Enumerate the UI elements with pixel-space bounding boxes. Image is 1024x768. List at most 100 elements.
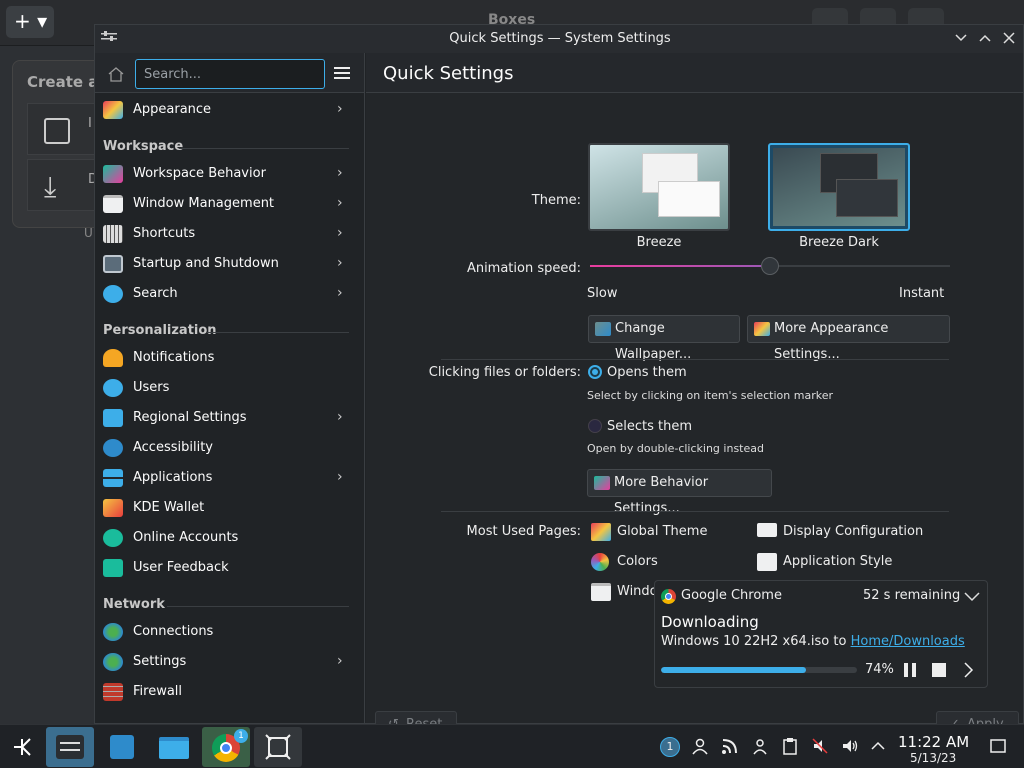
taskbar-google-chrome[interactable]: 1	[202, 727, 250, 767]
main-header: Quick Settings	[366, 53, 1023, 93]
opens-them-radio[interactable]	[588, 365, 602, 379]
sidebar-item-search[interactable]: Search ›	[95, 279, 363, 309]
volume-icon[interactable]	[840, 737, 860, 757]
stop-icon[interactable]	[930, 661, 948, 679]
most-used-label: Global Theme	[617, 524, 708, 539]
button-label: More Appearance Settings...	[774, 321, 889, 362]
sidebar-item-notifications[interactable]: Notifications	[95, 343, 363, 373]
feedback-icon	[103, 559, 123, 577]
slider-handle[interactable]	[761, 257, 779, 275]
sidebar-item-label: KDE Wallet	[133, 500, 205, 515]
sidebar-item-label: Accessibility	[133, 440, 213, 455]
sidebar-item-users[interactable]: Users	[95, 373, 363, 403]
pause-icon[interactable]	[901, 661, 919, 679]
most-used-global-theme[interactable]: Global Theme	[591, 521, 751, 543]
sidebar-item-label: Settings	[133, 654, 187, 669]
most-used-label: Display Configuration	[783, 524, 924, 539]
firewall-icon	[103, 683, 123, 701]
home-icon[interactable]	[107, 65, 125, 83]
settings-app-icon	[56, 735, 84, 759]
sidebar-item-accessibility[interactable]: Accessibility	[95, 433, 363, 463]
sidebar-item-startup-shutdown[interactable]: Startup and Shutdown ›	[95, 249, 363, 279]
sidebar-item-shortcuts[interactable]: Shortcuts ›	[95, 219, 363, 249]
sidebar-item-online-accounts[interactable]: Online Accounts	[95, 523, 363, 553]
sidebar-item-kde-wallet[interactable]: KDE Wallet	[95, 493, 363, 523]
chevron-up-icon	[979, 34, 991, 42]
close-button[interactable]	[1001, 30, 1017, 46]
background-card-title: Create a	[27, 73, 99, 91]
clock-date[interactable]: 5/13/23	[910, 751, 956, 765]
button-label: Change Wallpaper...	[615, 321, 692, 362]
chevron-right-icon: ›	[337, 101, 343, 117]
clicking-files-label: Clicking files or folders:	[428, 365, 581, 380]
sidebar-item-user-feedback[interactable]: User Feedback	[95, 553, 363, 583]
breeze-dark-preview-window	[836, 179, 898, 217]
more-behavior-settings-button[interactable]: More Behavior Settings...	[587, 469, 772, 516]
globe-icon	[103, 653, 123, 671]
most-used-display-configuration[interactable]: Display Configuration	[757, 521, 947, 543]
sidebar-item-regional-settings[interactable]: Regional Settings ›	[95, 403, 363, 433]
most-used-colors[interactable]: Colors	[591, 551, 751, 573]
sidebar-item-appearance[interactable]: Appearance ›	[95, 95, 363, 125]
taskbar-discover[interactable]	[98, 727, 146, 767]
globe-icon	[103, 623, 123, 641]
workspace-behavior-icon	[103, 165, 123, 183]
user-icon[interactable]	[690, 737, 710, 757]
file-cabinet-icon	[44, 118, 70, 144]
opens-them-label[interactable]: Opens them	[607, 365, 687, 380]
selects-them-label[interactable]: Selects them	[607, 419, 692, 434]
minimize-button[interactable]	[953, 30, 969, 46]
wallet-icon	[103, 499, 123, 517]
selects-them-radio[interactable]	[588, 419, 602, 433]
page-title: Quick Settings	[383, 63, 514, 84]
theme-card-breeze[interactable]	[588, 143, 730, 231]
theme-label: Theme:	[531, 193, 581, 208]
slider-fill	[590, 265, 770, 267]
radio-dot	[592, 369, 598, 375]
sidebar-item-firewall[interactable]: Firewall	[95, 677, 363, 707]
change-wallpaper-button[interactable]: Change Wallpaper...	[588, 315, 740, 362]
chevron-down-icon[interactable]	[963, 589, 981, 605]
background-add-button[interactable]: + ▾	[6, 6, 54, 38]
background-card-item[interactable]: D ⤓	[27, 159, 98, 211]
search-input[interactable]	[135, 59, 325, 89]
workspace-behavior-icon	[594, 476, 610, 490]
hamburger-menu-icon[interactable]	[333, 65, 351, 81]
microphone-muted-icon[interactable]	[810, 737, 830, 757]
sidebar-item-workspace-behavior[interactable]: Workspace Behavior ›	[95, 159, 363, 189]
opens-them-hint: Select by clicking on item's selection m…	[587, 389, 833, 402]
colors-icon	[591, 553, 609, 571]
more-appearance-settings-button[interactable]: More Appearance Settings...	[747, 315, 950, 362]
appearance-icon	[754, 322, 770, 336]
chevron-right-icon: ›	[337, 285, 343, 301]
sidebar-item-connections[interactable]: Connections	[95, 617, 363, 647]
global-theme-icon	[591, 523, 611, 541]
rss-icon[interactable]	[720, 737, 740, 757]
network-icon[interactable]	[750, 737, 770, 757]
downloads-folder-link[interactable]: Home/Downloads	[851, 634, 965, 649]
sidebar-item-label: Notifications	[133, 350, 215, 365]
tray-expand-icon[interactable]	[868, 737, 888, 757]
sidebar-item-window-management[interactable]: Window Management ›	[95, 189, 363, 219]
taskbar-system-settings[interactable]	[46, 727, 94, 767]
tray-notification-count[interactable]: 1	[660, 737, 680, 757]
clock-time[interactable]: 11:22 AM	[898, 733, 969, 751]
most-used-pages-label: Most Used Pages:	[466, 524, 581, 539]
background-card-item[interactable]: I	[27, 103, 97, 155]
slider-remainder	[770, 265, 950, 267]
sidebar-item-network-settings[interactable]: Settings ›	[95, 647, 363, 677]
maximize-button[interactable]	[977, 30, 993, 46]
show-desktop-icon[interactable]	[988, 737, 1008, 757]
most-used-application-style[interactable]: Application Style	[757, 551, 947, 573]
taskbar-dolphin[interactable]	[150, 727, 198, 767]
chevron-right-icon[interactable]	[961, 661, 977, 679]
taskbar-boxes[interactable]	[254, 727, 302, 767]
applications-icon	[103, 469, 123, 487]
sidebar-item-applications[interactable]: Applications ›	[95, 463, 363, 493]
separator	[441, 511, 949, 512]
window-titlebar[interactable]: Quick Settings — System Settings	[95, 25, 1023, 53]
theme-card-breeze-dark[interactable]	[768, 143, 910, 231]
folder-icon	[159, 737, 189, 759]
clipboard-icon[interactable]	[780, 737, 800, 757]
app-launcher-icon[interactable]	[10, 735, 34, 759]
